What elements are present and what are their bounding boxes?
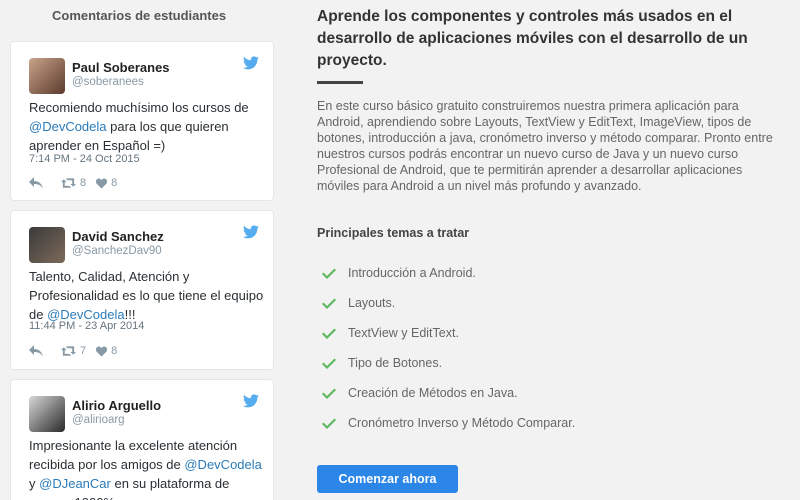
twitter-bird-icon[interactable] <box>243 56 259 70</box>
tweet-author-name[interactable]: David Sanchez <box>72 229 164 244</box>
tweet-author-handle[interactable]: @soberanees <box>72 76 144 88</box>
topic-item: Cronómetro Inverso y Método Comparar. <box>317 408 575 438</box>
avatar[interactable] <box>29 58 65 94</box>
headline-divider <box>317 81 363 84</box>
tweet-text: Recomiendo muchísimo los cursos de @DevC… <box>29 100 249 153</box>
tweet-card: Alirio Arguello @alirioarg Impresionante… <box>10 379 274 500</box>
check-icon <box>322 418 336 429</box>
tweet-text: Impresionante la excelente atención reci… <box>29 438 262 500</box>
retweet-count: 8 <box>80 177 87 189</box>
heart-icon[interactable] <box>96 177 108 189</box>
check-icon <box>322 388 336 399</box>
avatar[interactable] <box>29 396 65 432</box>
heart-icon[interactable] <box>96 345 108 357</box>
tweet-timestamp[interactable]: 11:44 PM - 23 Apr 2014 <box>29 320 144 332</box>
twitter-bird-icon[interactable] <box>243 225 259 239</box>
tweet-author-name[interactable]: Paul Soberanes <box>72 60 170 75</box>
tweet-actions: 8 8 <box>29 176 117 190</box>
topic-item: Creación de Métodos en Java. <box>317 378 575 408</box>
topic-label: Creación de Métodos en Java. <box>348 386 518 400</box>
retweet-icon[interactable] <box>61 345 76 357</box>
course-description: En este curso básico gratuito construire… <box>317 99 773 193</box>
topic-label: Introducción a Android. <box>348 266 476 280</box>
tweet-author-handle[interactable]: @alirioarg <box>72 414 125 426</box>
mention-link[interactable]: @DJeanCar <box>39 476 111 491</box>
topic-label: TextView y EditText. <box>348 326 459 340</box>
check-icon <box>322 328 336 339</box>
tweet-author-name[interactable]: Alirio Arguello <box>72 398 161 413</box>
tweet-text: Talento, Calidad, Atención y Profesional… <box>29 269 264 322</box>
check-icon <box>322 268 336 279</box>
tweet-card: David Sanchez @SanchezDav90 Talento, Cal… <box>10 210 274 370</box>
student-comments-panel: Comentarios de estudiantes Paul Soberane… <box>0 0 285 500</box>
tweet-card: Paul Soberanes @soberanees Recomiendo mu… <box>10 41 274 201</box>
twitter-bird-icon[interactable] <box>243 394 259 408</box>
topic-item: Tipo de Botones. <box>317 348 575 378</box>
topic-label: Layouts. <box>348 296 396 310</box>
topics-heading: Principales temas a tratar <box>317 226 470 240</box>
comments-title: Comentarios de estudiantes <box>52 8 227 23</box>
topic-label: Cronómetro Inverso y Método Comparar. <box>348 416 576 430</box>
mention-link[interactable]: @DevCodela <box>29 119 107 134</box>
topics-list: Introducción a Android. Layouts. TextVie… <box>317 258 575 438</box>
retweet-count: 7 <box>80 345 87 357</box>
reply-icon[interactable] <box>29 177 43 189</box>
tweet-actions: 7 8 <box>29 344 117 358</box>
course-headline: Aprende los componentes y controles más … <box>317 8 748 69</box>
mention-link[interactable]: @DevCodela <box>184 457 262 472</box>
like-count: 8 <box>111 345 118 357</box>
course-info-panel: Aprende los componentes y controles más … <box>285 0 800 500</box>
check-icon <box>322 358 336 369</box>
avatar[interactable] <box>29 227 65 263</box>
topic-item: Layouts. <box>317 288 575 318</box>
check-icon <box>322 298 336 309</box>
start-now-button[interactable]: Comenzar ahora <box>317 465 458 493</box>
reply-icon[interactable] <box>29 345 43 357</box>
tweet-author-handle[interactable]: @SanchezDav90 <box>72 245 162 257</box>
tweet-timestamp[interactable]: 7:14 PM - 24 Oct 2015 <box>29 153 140 165</box>
topic-item: Introducción a Android. <box>317 258 575 288</box>
topic-item: TextView y EditText. <box>317 318 575 348</box>
like-count: 8 <box>111 177 118 189</box>
retweet-icon[interactable] <box>61 177 76 189</box>
topic-label: Tipo de Botones. <box>348 356 443 370</box>
